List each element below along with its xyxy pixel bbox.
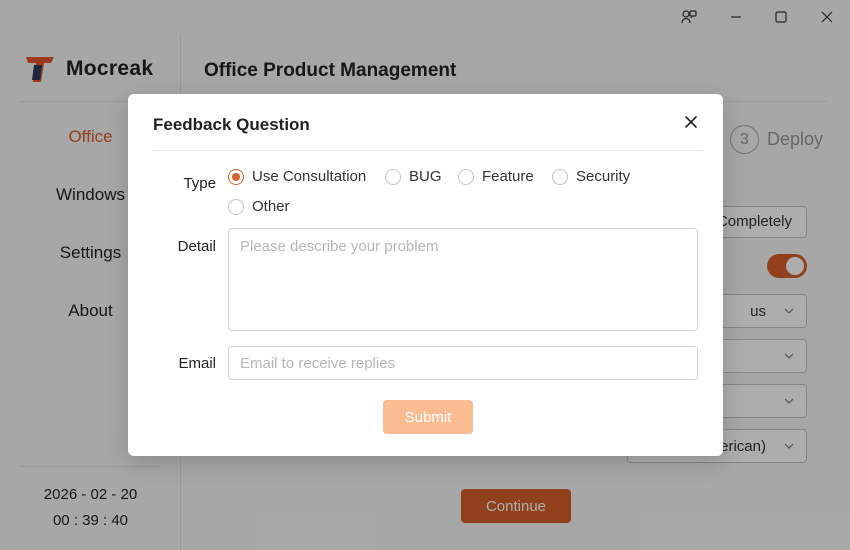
detail-textarea[interactable]: [228, 228, 698, 331]
dialog-title: Feedback Question: [153, 115, 310, 134]
radio-label: Other: [252, 198, 290, 215]
radio-security[interactable]: Security: [552, 168, 630, 185]
detail-label: Detail: [177, 238, 216, 255]
radio-dot: [385, 168, 401, 185]
radio-label: Security: [576, 168, 631, 185]
radio-dot: [458, 168, 474, 185]
divider: [153, 150, 703, 151]
type-label: Type: [183, 175, 216, 192]
submit-button[interactable]: Submit: [383, 400, 473, 434]
radio-label: Use Consultation: [252, 168, 367, 185]
email-label: Email: [178, 355, 216, 372]
radio-use-consultation[interactable]: Use Consultation: [228, 168, 366, 185]
radio-label: Feature: [482, 168, 534, 185]
close-icon[interactable]: [681, 112, 701, 132]
radio-label: BUG: [409, 168, 442, 185]
radio-dot: [228, 198, 244, 215]
radio-feature[interactable]: Feature: [458, 168, 534, 185]
email-input[interactable]: [228, 346, 698, 380]
radio-dot: [228, 168, 244, 185]
radio-other[interactable]: Other: [228, 198, 290, 215]
radio-bug[interactable]: BUG: [385, 168, 442, 185]
feedback-dialog: Feedback Question Type Use Consultation …: [128, 94, 723, 456]
radio-dot: [552, 168, 568, 185]
